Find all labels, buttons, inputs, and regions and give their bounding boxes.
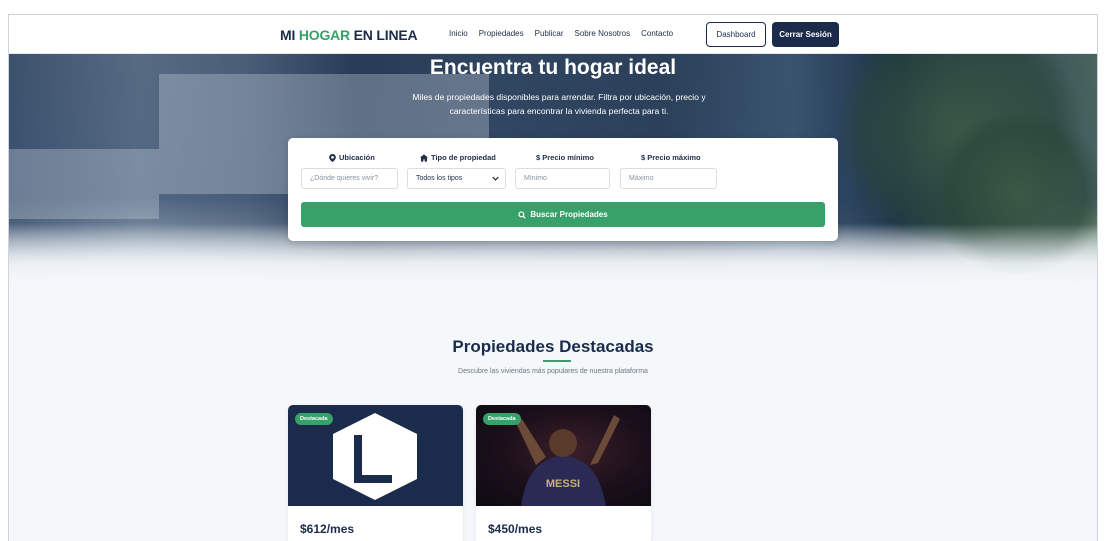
max-price-input[interactable]: Máximo (620, 168, 717, 189)
featured-title: Propiedades Destacadas (452, 337, 654, 356)
map-pin-icon (329, 153, 336, 162)
dashboard-button[interactable]: Dashboard (706, 22, 766, 47)
type-label: Tipo de propiedad (420, 153, 496, 162)
property-image[interactable]: Destacada (288, 405, 463, 506)
featured-subtitle: Descubre las viviendas más populares de … (458, 368, 648, 375)
max-price-label: $ Precio máximo (641, 153, 701, 162)
location-label: Ubicación (329, 153, 375, 162)
property-image[interactable]: MESSI Destacada (476, 405, 651, 506)
location-label-text: Ubicación (339, 153, 375, 162)
search-card: Ubicación ¿Dónde quieres vivir? Tipo de … (288, 138, 838, 241)
logo-text-2: EN LINEA (349, 27, 418, 43)
search-icon (518, 210, 527, 219)
hero-section: Encuentra tu hogar ideal Miles de propie… (9, 54, 1097, 294)
nav-link-propiedades[interactable]: Propiedades (479, 29, 524, 38)
home-icon (420, 153, 428, 162)
search-button[interactable]: Buscar Propiedades (301, 202, 825, 227)
hero-subtitle: Miles de propiedades disponibles para ar… (412, 92, 706, 116)
logout-button[interactable]: Cerrar Sesión (772, 22, 839, 47)
location-input[interactable]: ¿Dónde quieres vivir? (301, 168, 398, 189)
featured-underline (543, 360, 571, 362)
logo-text-1: MI (280, 27, 299, 43)
site-logo[interactable]: MI HOGAR EN LINEA (280, 27, 418, 43)
property-type-select[interactable]: Todos los tipos (407, 168, 506, 189)
featured-badge: Destacada (483, 413, 521, 425)
property-card[interactable]: MESSI Destacada $450/mes (476, 405, 651, 541)
min-price-label: $ Precio mínimo (536, 153, 594, 162)
property-type-value: Todos los tipos (416, 175, 463, 182)
page-frame: MI HOGAR EN LINEA Inicio Propiedades Pub… (8, 14, 1098, 541)
featured-badge: Destacada (295, 413, 333, 425)
jersey-name-text: MESSI (546, 478, 580, 490)
nav-links: Inicio Propiedades Publicar Sobre Nosotr… (449, 29, 684, 38)
navbar: MI HOGAR EN LINEA Inicio Propiedades Pub… (9, 15, 1097, 54)
property-price: $450/mes (488, 522, 543, 536)
property-card[interactable]: Destacada $612/mes (288, 405, 463, 541)
nav-link-contacto[interactable]: Contacto (641, 29, 673, 38)
chevron-down-icon (492, 176, 499, 181)
hero-bg-house-2 (9, 149, 159, 219)
nav-link-inicio[interactable]: Inicio (449, 29, 468, 38)
search-button-label: Buscar Propiedades (530, 210, 608, 219)
nav-link-sobre-nosotros[interactable]: Sobre Nosotros (575, 29, 631, 38)
hero-title: Encuentra tu hogar ideal (429, 56, 677, 79)
type-label-text: Tipo de propiedad (431, 153, 496, 162)
nav-link-publicar[interactable]: Publicar (535, 29, 564, 38)
min-price-input[interactable]: Mínimo (515, 168, 610, 189)
logo-text-accent: HOGAR (298, 27, 350, 43)
property-price: $612/mes (300, 522, 355, 536)
